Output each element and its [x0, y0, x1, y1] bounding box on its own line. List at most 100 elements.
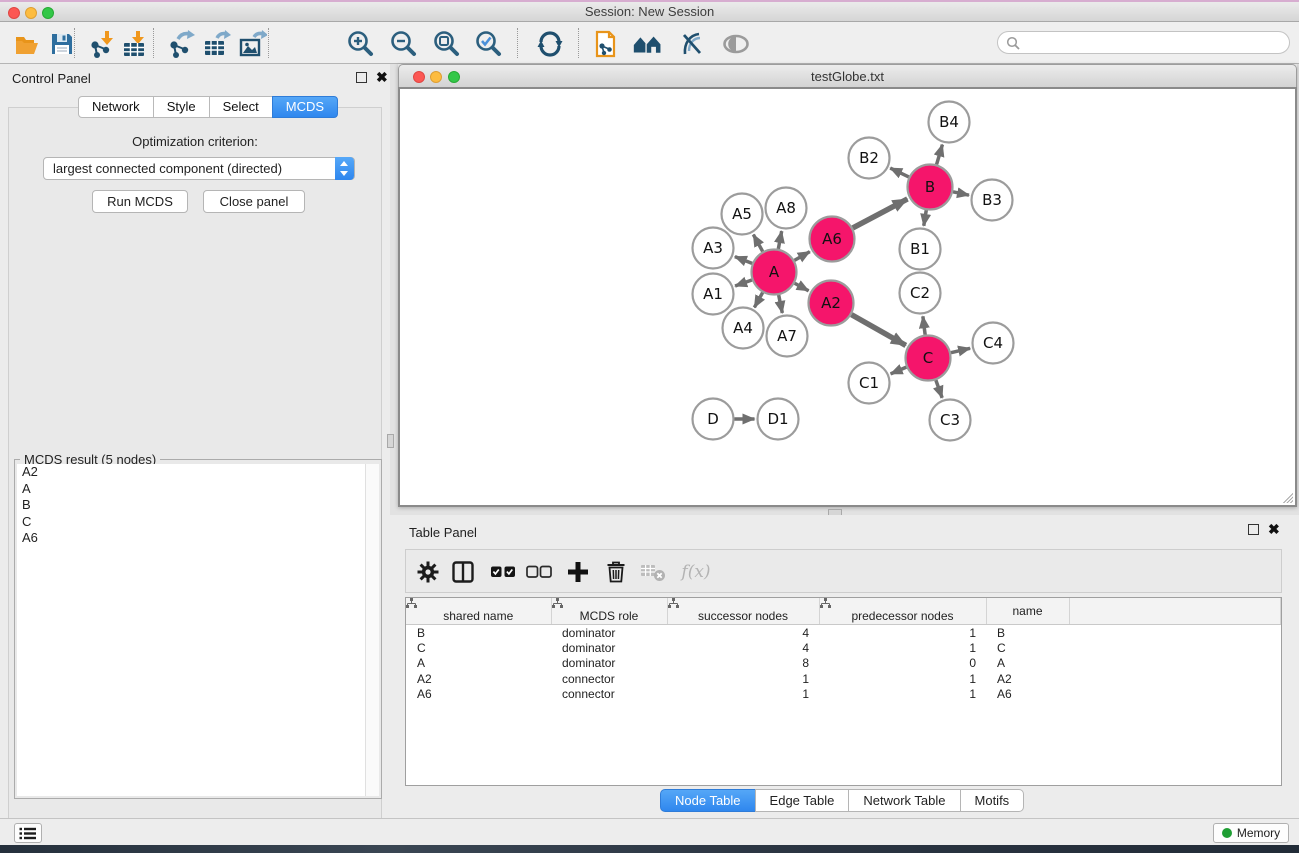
delete-table-icon[interactable]: [640, 559, 666, 585]
graph-edge-A-A3[interactable]: [735, 257, 752, 264]
tab-mcds[interactable]: MCDS: [272, 96, 338, 118]
table-cell[interactable]: dominator: [551, 640, 667, 656]
export-table-icon[interactable]: [200, 28, 232, 60]
zoom-fit-icon[interactable]: [431, 28, 463, 60]
column-header-successor-nodes[interactable]: successor nodes: [667, 598, 819, 625]
graph-node-A8[interactable]: A8: [766, 188, 807, 229]
close-table-panel-icon[interactable]: ✖: [1268, 521, 1280, 538]
column-header-predecessor-nodes[interactable]: predecessor nodes: [819, 598, 986, 625]
tab-network-table[interactable]: Network Table: [848, 789, 960, 812]
mcds-result-list[interactable]: A2ABCA6: [17, 464, 365, 796]
graph-node-A2[interactable]: A2: [809, 281, 854, 326]
table-cell[interactable]: B: [406, 625, 551, 641]
graph-edge-A2-C[interactable]: [851, 315, 905, 346]
table-cell[interactable]: connector: [551, 687, 667, 703]
graph-node-A5[interactable]: A5: [722, 194, 763, 235]
table-row[interactable]: A6connector11A6: [406, 687, 1281, 703]
network-view-window[interactable]: testGlobe.txt B4B2BB3A5A8A6A3B1AA1C2A2A4…: [398, 64, 1297, 507]
table-cell[interactable]: 1: [667, 671, 819, 687]
graph-node-A[interactable]: A: [752, 250, 797, 295]
table-cell[interactable]: 8: [667, 656, 819, 672]
zoom-out-icon[interactable]: [388, 28, 420, 60]
result-item[interactable]: A6: [17, 530, 365, 547]
graph-node-C[interactable]: C: [906, 336, 951, 381]
zoom-in-icon[interactable]: [345, 28, 377, 60]
graph-node-B[interactable]: B: [908, 165, 953, 210]
table-cell[interactable]: 1: [819, 640, 986, 656]
table-cell[interactable]: 4: [667, 640, 819, 656]
network-window-titlebar[interactable]: testGlobe.txt: [398, 64, 1297, 87]
table-cell[interactable]: A: [986, 656, 1069, 672]
table-cell[interactable]: B: [986, 625, 1069, 641]
task-history-button[interactable]: [14, 823, 42, 843]
table-cell[interactable]: A: [406, 656, 551, 672]
graph-node-A1[interactable]: A1: [693, 274, 734, 315]
table-cell[interactable]: C: [406, 640, 551, 656]
tab-style[interactable]: Style: [153, 96, 210, 118]
split-view-icon[interactable]: [450, 559, 476, 585]
export-image-icon[interactable]: [236, 28, 268, 60]
graph-node-B2[interactable]: B2: [849, 138, 890, 179]
column-header-MCDS-role[interactable]: MCDS role: [551, 598, 667, 625]
graph-edge-A-A7[interactable]: [779, 295, 783, 313]
vertical-split-handle[interactable]: [387, 434, 394, 448]
graph-edge-A-A6[interactable]: [794, 252, 809, 261]
graph-edge-C-C1[interactable]: [891, 367, 907, 374]
tab-edge-table[interactable]: Edge Table: [755, 789, 850, 812]
open-session-icon[interactable]: [11, 28, 43, 60]
add-column-icon[interactable]: [565, 559, 591, 585]
hide-annotations-icon[interactable]: [675, 28, 707, 60]
float-panel-icon[interactable]: [356, 71, 367, 86]
graph-node-B3[interactable]: B3: [972, 180, 1013, 221]
table-cell[interactable]: dominator: [551, 656, 667, 672]
graph-node-A7[interactable]: A7: [767, 316, 808, 357]
graph-node-B4[interactable]: B4: [929, 102, 970, 143]
graph-node-B1[interactable]: B1: [900, 229, 941, 270]
import-table-icon[interactable]: [118, 28, 150, 60]
graph-node-D[interactable]: D: [693, 399, 734, 440]
graph-edge-B-B4[interactable]: [937, 145, 943, 165]
graph-edge-A-A1[interactable]: [735, 280, 752, 286]
deselect-all-columns-icon[interactable]: [526, 559, 552, 585]
graph-edge-B-B2[interactable]: [890, 168, 909, 177]
window-resize-grip[interactable]: [1281, 491, 1293, 503]
result-item[interactable]: A: [17, 481, 365, 498]
column-header-shared-name[interactable]: shared name: [406, 598, 551, 625]
graph-edge-A-A2[interactable]: [795, 283, 809, 291]
table-cell[interactable]: 1: [819, 687, 986, 703]
tab-motifs[interactable]: Motifs: [960, 789, 1025, 812]
table-row[interactable]: Bdominator41B: [406, 625, 1281, 641]
criterion-dropdown[interactable]: largest connected component (directed): [43, 157, 355, 180]
table-row[interactable]: Adominator80A: [406, 656, 1281, 672]
network-graph[interactable]: B4B2BB3A5A8A6A3B1AA1C2A2A4A7C4CC1C3DD1: [400, 89, 1295, 505]
delete-column-icon[interactable]: [603, 559, 629, 585]
result-item[interactable]: B: [17, 497, 365, 514]
refresh-layout-icon[interactable]: [534, 28, 566, 60]
table-cell[interactable]: A2: [986, 671, 1069, 687]
export-network-icon[interactable]: [165, 28, 197, 60]
node-table[interactable]: shared nameMCDS rolesuccessor nodesprede…: [405, 597, 1282, 786]
network-canvas[interactable]: B4B2BB3A5A8A6A3B1AA1C2A2A4A7C4CC1C3DD1: [398, 87, 1297, 507]
tab-select[interactable]: Select: [209, 96, 273, 118]
graph-node-C1[interactable]: C1: [849, 363, 890, 404]
graph-node-D1[interactable]: D1: [758, 399, 799, 440]
clone-network-icon[interactable]: [589, 28, 621, 60]
select-all-columns-icon[interactable]: [490, 559, 516, 585]
graph-edge-C-C2[interactable]: [923, 316, 925, 334]
result-item[interactable]: C: [17, 514, 365, 531]
graph-edge-A6-B[interactable]: [853, 199, 908, 228]
memory-button[interactable]: Memory: [1213, 823, 1289, 843]
table-cell[interactable]: 1: [819, 671, 986, 687]
float-table-panel-icon[interactable]: [1248, 523, 1259, 538]
graph-edge-B-B3[interactable]: [953, 192, 969, 195]
graph-edge-A-A8[interactable]: [778, 231, 781, 249]
graph-node-C2[interactable]: C2: [900, 273, 941, 314]
table-cell[interactable]: 0: [819, 656, 986, 672]
search-box[interactable]: [997, 31, 1290, 54]
graph-edge-A-A4[interactable]: [754, 293, 762, 308]
result-list-scrollbar[interactable]: [365, 464, 379, 796]
function-builder-icon[interactable]: f(x): [678, 559, 714, 585]
table-cell[interactable]: A6: [406, 687, 551, 703]
table-cell[interactable]: 1: [667, 687, 819, 703]
tab-node-table[interactable]: Node Table: [660, 789, 756, 812]
